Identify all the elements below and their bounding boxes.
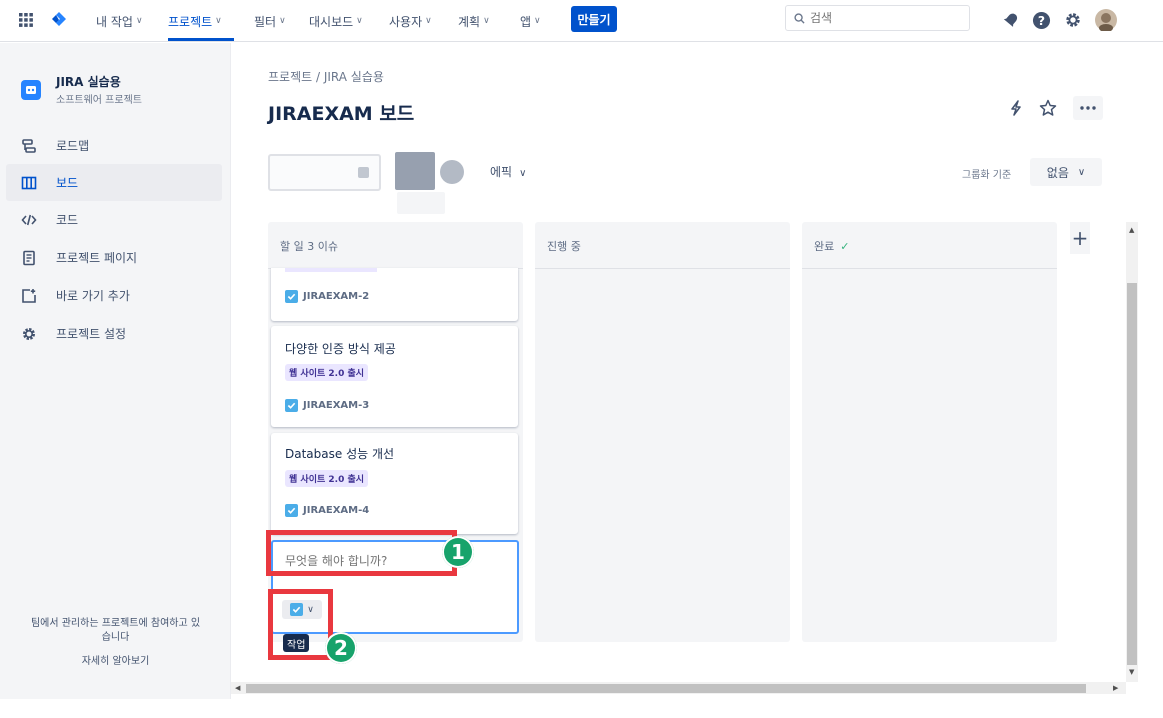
project-type: 소프트웨어 프로젝트 xyxy=(56,95,142,106)
project-name[interactable]: JIRA 실습용 xyxy=(56,73,121,90)
sidebar-item-label: 로드맵 xyxy=(56,139,90,153)
board-column-done: 완료 ✓ xyxy=(802,222,1057,642)
page-icon xyxy=(20,249,38,267)
task-type-icon xyxy=(285,504,298,517)
project-avatar[interactable] xyxy=(21,80,41,100)
svg-text:?: ? xyxy=(1037,13,1044,27)
board-icon xyxy=(20,174,38,192)
nav-apps[interactable]: 앱 ∨ xyxy=(520,0,541,42)
nav-filters[interactable]: 필터 ∨ xyxy=(254,0,286,42)
star-icon[interactable] xyxy=(1036,96,1060,120)
chevron-down-icon: ∨ xyxy=(215,16,222,26)
team-managed-notice: 팀에서 관리하는 프로젝트에 참여하고 있 습니다 xyxy=(30,618,201,643)
horizontal-scrollbar-thumb[interactable] xyxy=(246,684,1086,693)
group-by-select[interactable]: 없음 ∨ xyxy=(1030,158,1102,186)
nav-people[interactable]: 사용자 ∨ xyxy=(389,0,432,42)
blurred-avatar[interactable] xyxy=(395,152,435,190)
epic-tag: 웹 사이트 2.0 출시 xyxy=(285,470,369,487)
top-navigation: 내 작업∨ 프로젝트∨ 필터∨ 대시보드∨ 사용자∨ 계획∨ 앱∨ 만들기 ? xyxy=(0,0,1163,42)
chevron-down-icon: ∨ xyxy=(534,16,541,26)
sidebar-item-label: 프로젝트 페이지 xyxy=(56,251,138,265)
epic-filter-dropdown[interactable]: 에픽 ∨ xyxy=(490,163,526,180)
issue-card[interactable]: JIRAEXAM-2 xyxy=(271,268,518,321)
add-shortcut-icon xyxy=(20,287,38,305)
sidebar-item-project-settings[interactable]: 프로젝트 설정 xyxy=(6,315,222,352)
automation-icon[interactable] xyxy=(1004,96,1028,120)
annotation-badge-2: 2 xyxy=(325,632,357,664)
blurred-avatar-shadow xyxy=(397,192,445,214)
column-title: 할 일 3 이슈 xyxy=(280,240,338,253)
jira-logo-icon[interactable] xyxy=(48,9,70,31)
add-people-icon[interactable] xyxy=(440,160,464,184)
sidebar-item-add-shortcut[interactable]: 바로 가기 추가 xyxy=(6,277,222,314)
checkmark-icon: ✓ xyxy=(840,240,850,253)
column-divider xyxy=(535,268,790,269)
more-icon xyxy=(1080,106,1096,110)
issue-card[interactable]: 다양한 인증 방식 제공 웹 사이트 2.0 출시 JIRAEXAM-3 xyxy=(271,326,518,427)
sidebar-item-label: 프로젝트 설정 xyxy=(56,327,127,341)
settings-icon xyxy=(20,325,38,343)
task-type-icon xyxy=(285,399,298,412)
search-input[interactable] xyxy=(810,11,950,25)
create-button[interactable]: 만들기 xyxy=(571,6,617,32)
scroll-right-arrow[interactable]: ▶ xyxy=(1113,684,1118,692)
breadcrumb[interactable]: 프로젝트 / JIRA 실습용 xyxy=(268,68,384,85)
roadmap-icon xyxy=(20,137,38,155)
sidebar-item-label: 바로 가기 추가 xyxy=(56,289,130,303)
highlight-box-2 xyxy=(268,589,333,660)
chevron-down-icon: ∨ xyxy=(279,16,286,26)
chevron-down-icon: ∨ xyxy=(519,168,527,179)
page-title: JIRAEXAM 보드 xyxy=(268,103,415,125)
issue-key: JIRAEXAM-2 xyxy=(285,290,369,303)
issue-summary: 다양한 인증 방식 제공 xyxy=(285,342,396,356)
sidebar-item-board[interactable]: 보드 xyxy=(6,164,222,201)
search-icon xyxy=(794,12,805,24)
vertical-scrollbar-thumb[interactable] xyxy=(1127,283,1137,665)
scroll-left-arrow[interactable]: ◀ xyxy=(235,684,240,692)
issue-summary: Database 성능 개선 xyxy=(285,447,395,461)
chevron-down-icon: ∨ xyxy=(483,16,490,26)
sidebar-item-label: 보드 xyxy=(56,176,79,190)
scroll-up-arrow[interactable]: ▲ xyxy=(1129,226,1134,234)
column-title: 완료 ✓ xyxy=(814,240,850,253)
project-sidebar: JIRA 실습용 소프트웨어 프로젝트 로드맵 보드 코드 프로젝트 페이지 바… xyxy=(0,43,231,699)
add-column-button[interactable]: + xyxy=(1070,222,1090,254)
settings-icon[interactable] xyxy=(1062,9,1084,31)
chevron-down-icon: ∨ xyxy=(135,16,143,26)
group-by-label: 그룹화 기준 xyxy=(962,170,1012,181)
annotation-badge-1: 1 xyxy=(442,536,474,568)
board-column-in-progress: 진행 중 xyxy=(535,222,790,642)
chevron-down-icon: ∨ xyxy=(356,16,363,26)
nav-my-work[interactable]: 내 작업 ∨ xyxy=(96,0,143,42)
app-switcher-icon[interactable] xyxy=(15,9,37,31)
nav-active-indicator xyxy=(168,38,234,41)
sidebar-item-code[interactable]: 코드 xyxy=(6,201,222,238)
column-title: 진행 중 xyxy=(547,240,581,253)
column-divider xyxy=(802,268,1057,269)
scroll-down-arrow[interactable]: ▼ xyxy=(1129,668,1134,676)
nav-plans[interactable]: 계획 ∨ xyxy=(458,0,490,42)
chevron-down-icon: ∨ xyxy=(425,16,432,26)
epic-tag-clipped xyxy=(285,268,377,272)
more-actions-button[interactable] xyxy=(1073,96,1103,120)
learn-more-link[interactable]: 자세히 알아보기 xyxy=(0,655,231,669)
help-icon[interactable]: ? xyxy=(1030,9,1052,31)
avatar[interactable] xyxy=(1095,9,1117,31)
nav-projects[interactable]: 프로젝트 ∨ xyxy=(168,0,222,42)
epic-tag: 웹 사이트 2.0 출시 xyxy=(285,364,369,381)
sidebar-item-roadmap[interactable]: 로드맵 xyxy=(6,127,222,164)
issue-card[interactable]: Database 성능 개선 웹 사이트 2.0 출시 JIRAEXAM-4 xyxy=(271,433,518,534)
task-type-icon xyxy=(285,290,298,303)
notification-icon[interactable] xyxy=(1000,9,1022,31)
code-icon xyxy=(20,211,38,229)
sidebar-item-label: 코드 xyxy=(56,213,79,227)
nav-dashboards[interactable]: 대시보드 ∨ xyxy=(309,0,363,42)
issue-key: JIRAEXAM-4 xyxy=(285,504,369,517)
search-box[interactable] xyxy=(785,5,970,31)
blurred-avatar[interactable] xyxy=(358,167,369,178)
chevron-down-icon: ∨ xyxy=(1077,166,1086,178)
sidebar-item-project-pages[interactable]: 프로젝트 페이지 xyxy=(6,239,222,276)
issue-key: JIRAEXAM-3 xyxy=(285,399,369,412)
highlight-box-1 xyxy=(266,530,457,576)
